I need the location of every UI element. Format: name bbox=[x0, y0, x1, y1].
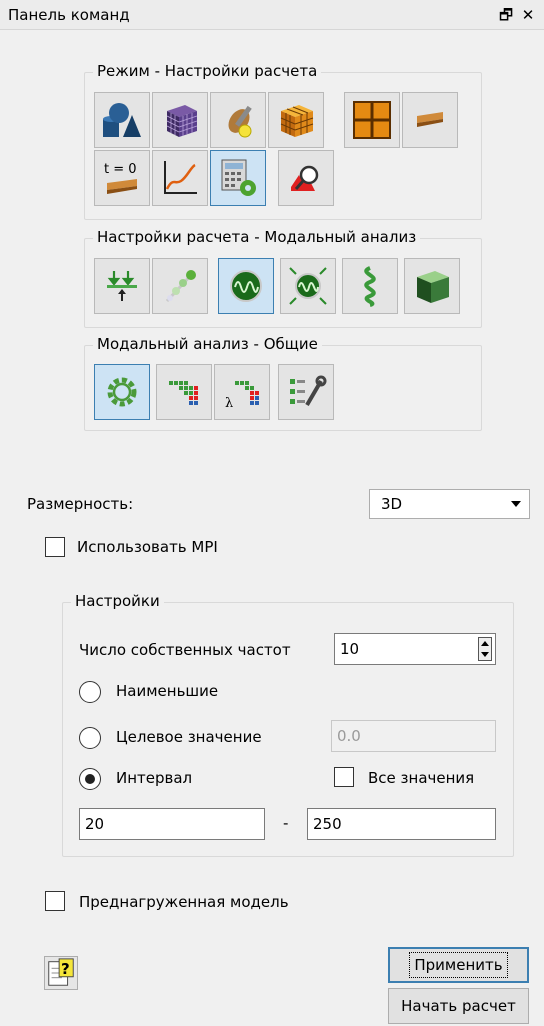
use-mpi-label: Использовать MPI bbox=[77, 538, 218, 556]
interval-dash: - bbox=[283, 814, 289, 832]
spin-arrows-icon[interactable] bbox=[478, 637, 492, 661]
modal-common-group-title: Модальный анализ - Общие bbox=[93, 335, 322, 353]
target-value-radio[interactable] bbox=[79, 727, 101, 749]
beads-chain-icon bbox=[165, 270, 196, 303]
gear-settings-button[interactable] bbox=[94, 364, 150, 420]
material-cube-button[interactable] bbox=[268, 92, 324, 148]
lambda-matrix-icon: λ bbox=[225, 381, 259, 411]
close-icon[interactable]: ✕ bbox=[518, 4, 538, 26]
target-value-label: Целевое значение bbox=[116, 728, 262, 746]
calculator-settings-button[interactable] bbox=[210, 150, 266, 206]
calculator-settings-icon bbox=[221, 159, 256, 196]
mode-settings-group-title: Режим - Настройки расчета bbox=[93, 62, 322, 80]
mesh-cube-button[interactable] bbox=[152, 92, 208, 148]
matrix-dots-icon bbox=[169, 381, 198, 405]
matrix-dots-button[interactable] bbox=[156, 364, 212, 420]
preloaded-model-label: Преднагруженная модель bbox=[79, 893, 289, 911]
boundary-conditions-button[interactable] bbox=[94, 258, 150, 314]
initial-state-t0-button[interactable]: t = 0 bbox=[94, 150, 150, 206]
mode-shape-load-button[interactable] bbox=[280, 258, 336, 314]
geometry-primitives-icon bbox=[103, 103, 141, 137]
beam-section-button[interactable] bbox=[402, 92, 458, 148]
graph-curve-icon bbox=[164, 161, 197, 194]
modal-analysis-group-title: Настройки расчета - Модальный анализ bbox=[93, 228, 421, 246]
mesh-cube-icon bbox=[166, 105, 198, 137]
all-values-checkbox[interactable] bbox=[334, 767, 354, 787]
gear-settings-icon bbox=[107, 377, 137, 407]
material-cube-icon bbox=[280, 105, 314, 137]
settings-group-title: Настройки bbox=[71, 592, 164, 610]
use-mpi-checkbox[interactable] bbox=[45, 537, 65, 557]
view-results-magnifier-icon bbox=[291, 165, 319, 191]
solid-block-button[interactable] bbox=[404, 258, 460, 314]
lambda-matrix-button[interactable]: λ bbox=[214, 364, 270, 420]
apply-button[interactable]: Применить bbox=[388, 947, 529, 983]
panel-title: Панель команд bbox=[8, 6, 130, 24]
eigen-count-value: 10 bbox=[340, 640, 360, 658]
radio-selected-dot bbox=[85, 774, 95, 784]
mode-shape-button[interactable] bbox=[218, 258, 274, 314]
dimension-select[interactable]: 3D bbox=[369, 489, 530, 519]
interval-from-value: 20 bbox=[85, 815, 105, 833]
target-value-text: 0.0 bbox=[337, 727, 361, 745]
float-window-icon[interactable]: 🗗 bbox=[496, 4, 516, 26]
tools-wrench-button[interactable] bbox=[210, 92, 266, 148]
graph-curve-button[interactable] bbox=[152, 150, 208, 206]
grid-partition-button[interactable] bbox=[344, 92, 400, 148]
interval-radio[interactable] bbox=[79, 768, 101, 790]
smallest-label: Наименьшие bbox=[116, 682, 219, 700]
spring-icon bbox=[364, 266, 376, 307]
boundary-conditions-icon bbox=[107, 271, 137, 301]
view-results-magnifier-button[interactable] bbox=[278, 150, 334, 206]
settings-sliders-wrench-button[interactable] bbox=[278, 364, 334, 420]
help-button[interactable]: ? bbox=[44, 956, 78, 990]
chevron-down-icon bbox=[511, 501, 521, 507]
apply-button-label: Применить bbox=[409, 952, 508, 978]
beam-section-icon bbox=[417, 112, 443, 127]
tools-wrench-icon bbox=[228, 105, 252, 138]
settings-sliders-wrench-icon bbox=[290, 375, 327, 407]
svg-text:t = 0: t = 0 bbox=[104, 162, 137, 177]
svg-text:λ: λ bbox=[225, 396, 233, 411]
smallest-radio[interactable] bbox=[79, 681, 101, 703]
spring-button[interactable] bbox=[342, 258, 398, 314]
dimension-select-value: 3D bbox=[381, 495, 403, 513]
grid-partition-icon bbox=[353, 101, 391, 139]
geometry-primitives-button[interactable] bbox=[94, 92, 150, 148]
dimension-label: Размерность: bbox=[27, 495, 134, 513]
initial-state-t0-icon: t = 0 bbox=[104, 162, 137, 194]
interval-to-input[interactable]: 250 bbox=[307, 808, 496, 840]
all-values-label: Все значения bbox=[368, 769, 475, 787]
target-value-input[interactable]: 0.0 bbox=[331, 720, 496, 752]
preloaded-model-checkbox[interactable] bbox=[45, 891, 65, 911]
mode-shape-load-icon bbox=[289, 267, 327, 305]
start-calculation-button[interactable]: Начать расчет bbox=[388, 988, 529, 1024]
mode-shape-icon bbox=[230, 270, 262, 302]
solid-block-icon bbox=[417, 271, 449, 303]
eigen-count-spinbox[interactable]: 10 bbox=[334, 633, 496, 665]
interval-to-value: 250 bbox=[313, 815, 342, 833]
interval-label: Интервал bbox=[116, 769, 193, 787]
svg-text:?: ? bbox=[61, 960, 70, 978]
start-calculation-label: Начать расчет bbox=[401, 997, 516, 1015]
eigen-count-label: Число собственных частот bbox=[79, 641, 291, 659]
help-document-icon: ? bbox=[48, 958, 74, 986]
beads-chain-button[interactable] bbox=[152, 258, 208, 314]
panel-title-bar: Панель команд 🗗 ✕ bbox=[0, 0, 544, 30]
interval-from-input[interactable]: 20 bbox=[79, 808, 265, 840]
